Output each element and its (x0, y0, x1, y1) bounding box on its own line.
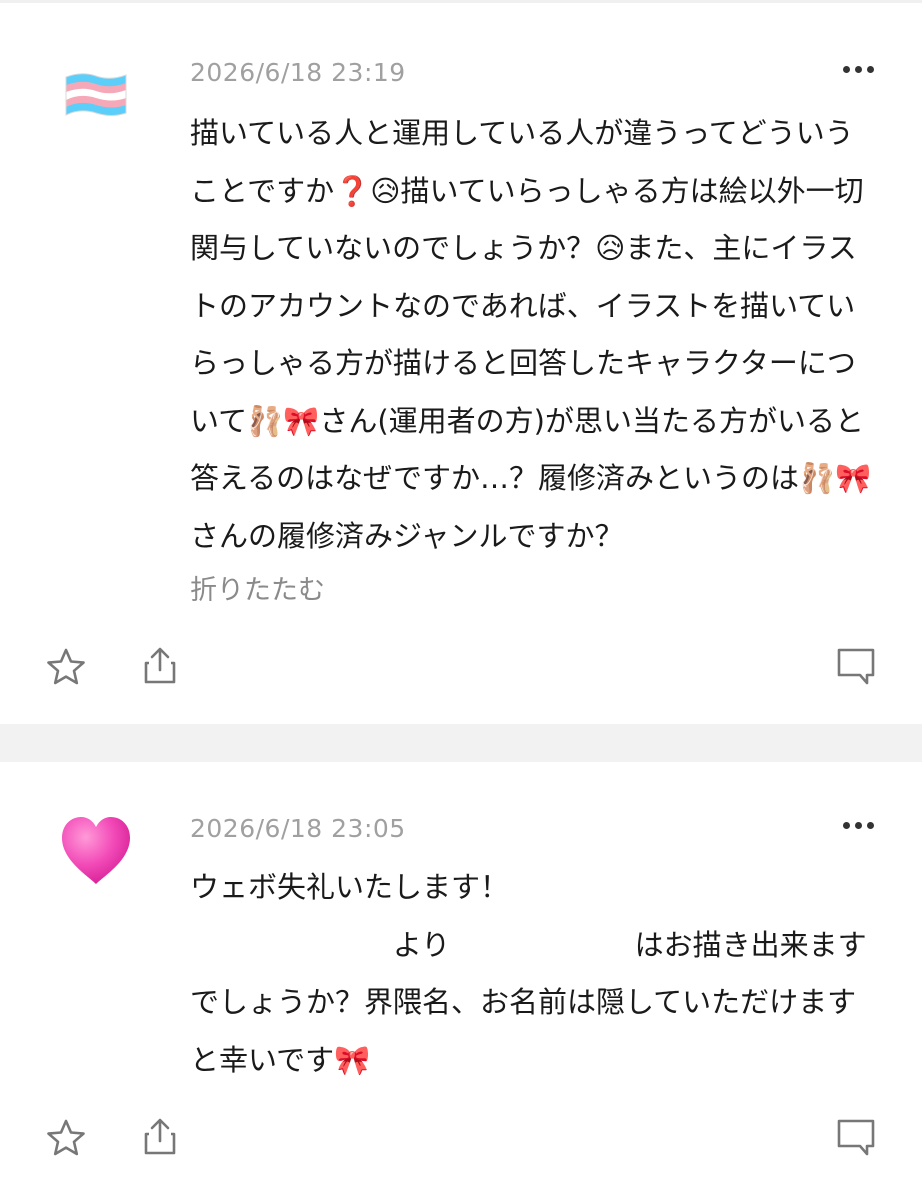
star-icon[interactable] (46, 647, 86, 687)
pink-heart-avatar[interactable] (58, 814, 134, 888)
comment-timestamp: 2026/6/18 23:19 (190, 58, 406, 87)
comment-icon[interactable] (836, 646, 876, 686)
comment-body: 描いている人と運用している人が違うってどういうことですか❓😥描いていらっしゃる方… (190, 116, 872, 553)
comment-card: 2026/6/18 23:19 描いている人と運用している人が違うってどういうこ… (0, 0, 922, 724)
share-icon[interactable] (140, 645, 180, 685)
more-dots-icon[interactable] (843, 66, 875, 74)
share-icon[interactable] (140, 1116, 180, 1156)
star-icon[interactable] (46, 1118, 86, 1158)
comment-icon[interactable] (836, 1117, 876, 1157)
collapse-link[interactable]: 折りたたむ (190, 568, 325, 607)
transgender-flag-avatar[interactable] (62, 69, 130, 121)
comment-body: ウェボ失礼いたします！ より はお描き出来ますでしょうか？界隈名、お名前は隠して… (190, 870, 867, 1077)
more-dots-icon[interactable] (843, 822, 875, 830)
comment-card: 2026/6/18 23:05 ウェボ失礼いたします！ より はお描き出来ますで… (0, 762, 922, 1200)
comment-timestamp: 2026/6/18 23:05 (190, 814, 406, 843)
divider (0, 724, 922, 762)
